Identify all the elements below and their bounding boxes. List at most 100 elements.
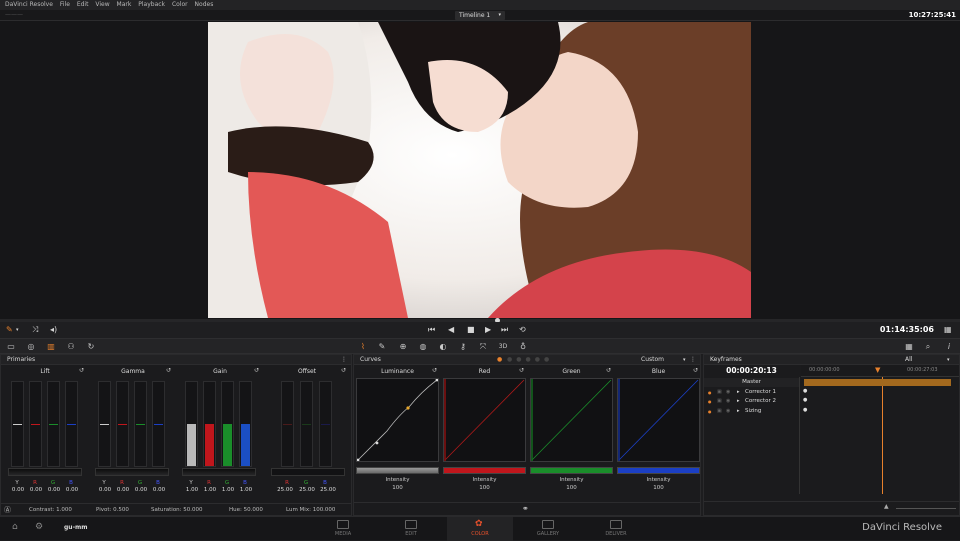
qualifier-icon[interactable]: ✎ [376, 341, 388, 352]
keyframe-row-corrector-2[interactable]: ● ▣ ◉ ▸ Corrector 2 [704, 397, 799, 406]
window-icon[interactable]: ⊕ [397, 341, 409, 352]
curves-icon[interactable]: ⌇ [357, 341, 369, 352]
key-icon[interactable]: ⚷ [457, 341, 469, 352]
step-back-button[interactable]: ◀ [448, 322, 454, 338]
camera-raw-icon[interactable]: ▭ [5, 341, 17, 352]
green-curve-editor[interactable] [530, 378, 613, 462]
visibility-icon[interactable]: ◉ [726, 407, 730, 416]
reset-blue-icon[interactable]: ↺ [693, 367, 698, 374]
expand-icon[interactable]: ▸ [737, 407, 740, 416]
gamma-g-value[interactable]: 0.00 [132, 487, 150, 493]
menu-nodes[interactable]: Nodes [195, 1, 214, 8]
loop-button[interactable]: ⟲ [519, 322, 526, 338]
menu-mark[interactable]: Mark [117, 1, 132, 8]
reset-offset-icon[interactable]: ↺ [341, 367, 346, 374]
offset-g-bar[interactable] [300, 381, 313, 467]
home-icon[interactable]: ⌂ [12, 522, 18, 532]
blue-intensity-value[interactable]: 100 [617, 485, 700, 491]
red-intensity-slider[interactable] [443, 467, 526, 474]
reset-gamma-icon[interactable]: ↺ [166, 367, 171, 374]
page-edit[interactable]: EDIT [378, 517, 444, 541]
luminance-intensity-slider[interactable] [356, 467, 439, 474]
last-frame-button[interactable]: ⏭ [501, 322, 508, 338]
offset-b-bar[interactable] [319, 381, 332, 467]
luminance-intensity-value[interactable]: 100 [356, 485, 439, 491]
visibility-icon[interactable]: ◉ [726, 388, 730, 397]
eyedropper-icon[interactable]: ✎ [6, 322, 13, 338]
red-intensity-value[interactable]: 100 [443, 485, 526, 491]
menu-file[interactable]: File [60, 1, 70, 8]
keyframe-row-master[interactable]: Master [704, 378, 799, 387]
rgb-mixer-icon[interactable]: ⚇ [65, 341, 77, 352]
gain-g-value[interactable]: 1.00 [219, 487, 237, 493]
gain-y-value[interactable]: 1.00 [183, 487, 201, 493]
master-keyframe-track[interactable] [804, 379, 951, 386]
timeline-dropdown[interactable]: Timeline 1 ▾ [455, 11, 505, 20]
offset-r-bar[interactable] [281, 381, 294, 467]
droplet-icon[interactable]: ♁ [517, 341, 529, 352]
grid-icon[interactable]: ▦ [944, 322, 952, 338]
gain-r-bar[interactable] [203, 381, 216, 467]
lift-b-value[interactable]: 0.00 [63, 487, 81, 493]
lift-master-slider[interactable] [8, 468, 82, 476]
primaries-bars-icon[interactable]: ▥ [45, 341, 57, 352]
green-intensity-slider[interactable] [530, 467, 613, 474]
motion-icon[interactable]: ↻ [85, 341, 97, 352]
link-channels-icon[interactable]: ⚭ [522, 504, 529, 513]
menu-color[interactable]: Color [172, 1, 188, 8]
3d-icon[interactable]: 3D [497, 341, 509, 352]
keyframe-point[interactable]: ● [803, 397, 807, 403]
reset-red-icon[interactable]: ↺ [519, 367, 524, 374]
gain-b-value[interactable]: 1.00 [237, 487, 255, 493]
gamma-master-slider[interactable] [95, 468, 169, 476]
zoom-slider[interactable] [896, 508, 956, 509]
keyframe-point[interactable]: ● [803, 388, 807, 394]
search-icon[interactable]: ⌕ [922, 341, 934, 352]
menu-view[interactable]: View [95, 1, 109, 8]
green-intensity-value[interactable]: 100 [530, 485, 613, 491]
color-wheels-icon[interactable]: ◎ [25, 341, 37, 352]
lift-r-bar[interactable] [29, 381, 42, 467]
gear-icon[interactable]: ⚙ [35, 522, 43, 532]
more-options-icon[interactable]: ⋮ [341, 355, 347, 365]
gain-r-value[interactable]: 1.00 [201, 487, 219, 493]
gain-master-slider[interactable] [182, 468, 256, 476]
keyframes-filter-dropdown[interactable]: All [905, 355, 912, 365]
pivot-value[interactable]: Pivot: 0.500 [96, 504, 129, 516]
offset-master-slider[interactable] [271, 468, 345, 476]
keyframe-row-sizing[interactable]: ● ▣ ◉ ▸ Sizing [704, 407, 799, 416]
stop-button[interactable]: ■ [467, 322, 475, 338]
speaker-icon[interactable]: ◂) [50, 322, 57, 338]
info-icon[interactable]: i [943, 341, 955, 352]
red-curve-editor[interactable] [443, 378, 526, 462]
saturation-value[interactable]: Saturation: 50.000 [151, 504, 203, 516]
gamma-b-bar[interactable] [152, 381, 165, 467]
menu-playback[interactable]: Playback [138, 1, 165, 8]
reset-lift-icon[interactable]: ↺ [79, 367, 84, 374]
reset-gain-icon[interactable]: ↺ [254, 367, 259, 374]
play-button[interactable]: ▶ [485, 322, 491, 338]
blur-icon[interactable]: ◐ [437, 341, 449, 352]
page-color[interactable]: ✿ COLOR [447, 517, 513, 541]
lift-g-bar[interactable] [47, 381, 60, 467]
lift-b-bar[interactable] [65, 381, 78, 467]
gain-g-bar[interactable] [221, 381, 234, 467]
curves-mode-dropdown[interactable]: Custom [641, 355, 664, 365]
shuffle-icon[interactable]: ⤨ [32, 322, 38, 338]
blue-curve-editor[interactable] [617, 378, 700, 462]
gamma-g-bar[interactable] [134, 381, 147, 467]
first-frame-button[interactable]: ⏮ [428, 322, 435, 338]
gamma-r-value[interactable]: 0.00 [114, 487, 132, 493]
lift-y-bar[interactable] [11, 381, 24, 467]
menu-app[interactable]: DaVinci Resolve [5, 1, 53, 8]
zoom-icon[interactable]: ▲ [884, 503, 889, 510]
chevron-down-icon[interactable]: ▾ [683, 355, 686, 365]
page-deliver[interactable]: DELIVER [583, 517, 649, 541]
chevron-down-icon[interactable]: ▾ [16, 322, 19, 338]
viewer-image[interactable] [208, 22, 751, 318]
reset-green-icon[interactable]: ↺ [606, 367, 611, 374]
gain-b-bar[interactable] [239, 381, 252, 467]
gamma-r-bar[interactable] [116, 381, 129, 467]
gain-y-bar[interactable] [185, 381, 198, 467]
reset-luminance-icon[interactable]: ↺ [432, 367, 437, 374]
